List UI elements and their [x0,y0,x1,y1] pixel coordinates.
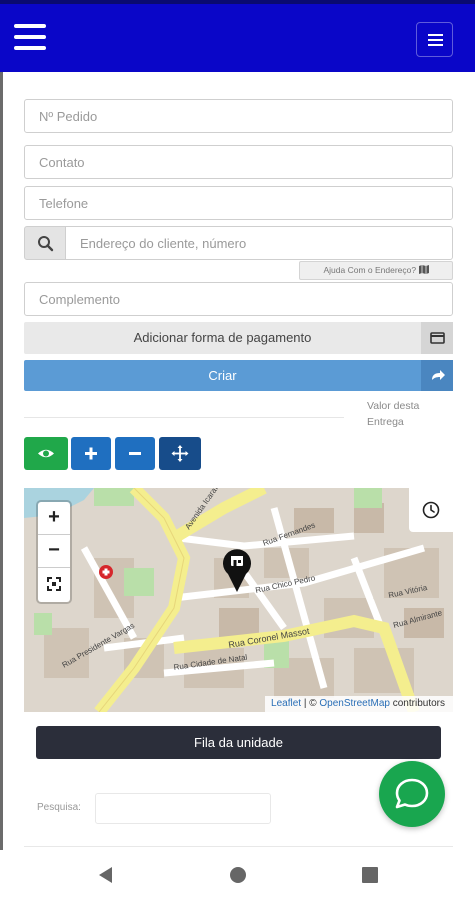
eye-icon [38,449,54,458]
zoom-plus-button[interactable] [71,437,111,470]
move-map-button[interactable] [159,437,201,470]
back-triangle-icon[interactable] [94,863,118,887]
criar-button[interactable]: Criar [24,360,453,391]
move-arrows-icon [171,445,189,462]
search-input[interactable] [96,794,270,823]
telefone-field[interactable] [24,186,453,220]
navbar-toggle-icon-bar [428,39,443,41]
share-arrow-icon [432,370,445,380]
attribution-contributors: contributors [389,698,445,709]
hospital-icon [99,565,113,579]
add-payment-label: Adicionar forma de pagamento [133,330,312,345]
delivery-map[interactable]: Avenida Icaraí Rua Fernandes Rua Chico P… [24,488,453,712]
attribution-separator: | © [301,698,320,709]
map-zoom-out-button[interactable]: − [38,535,70,568]
address-search-button[interactable] [24,226,66,260]
hamburger-icon[interactable] [14,24,46,52]
minus-icon [129,452,141,455]
map-zoom-in-button[interactable]: + [38,502,70,535]
telefone-input[interactable] [25,187,452,219]
contato-input[interactable] [25,146,452,178]
pedido-field[interactable] [24,99,453,133]
map-zoom-control: + − [38,502,70,602]
add-payment-button[interactable]: Adicionar forma de pagamento [24,322,453,354]
address-help-button[interactable]: Ajuda Com o Endereço? [299,261,453,280]
window-edge [0,0,3,900]
search-field[interactable] [95,793,271,824]
navbar-toggle-button[interactable] [416,22,453,57]
endereco-field[interactable] [65,226,453,260]
divider [24,417,344,418]
valor-entrega-label: Valor desta Entrega [367,400,420,428]
zoom-minus-button[interactable] [115,437,155,470]
contato-field[interactable] [24,145,453,179]
complemento-field[interactable] [24,282,453,316]
credit-card-icon [430,332,445,344]
toggle-view-button[interactable] [24,437,68,470]
fila-unidade-label: Fila da unidade [194,735,283,750]
search-label: Pesquisa: [37,802,81,813]
plus-icon [85,447,97,460]
fila-unidade-button[interactable]: Fila da unidade [36,726,441,759]
chat-button[interactable] [379,761,445,827]
map-tiles: Avenida Icaraí Rua Fernandes Rua Chico P… [24,488,453,712]
navbar-toggle-icon-bar [428,44,443,46]
chat-bubble-icon [395,778,429,809]
map-history-button[interactable] [409,488,453,532]
osm-link[interactable]: OpenStreetMap [319,698,390,709]
criar-share-button[interactable] [421,360,453,391]
search-icon [38,236,54,252]
map-icon [418,265,429,274]
pedido-input[interactable] [25,100,452,132]
map-attribution: Leaflet | © OpenStreetMap contributors [265,696,453,712]
payment-card-button[interactable] [421,322,453,354]
clock-icon [422,501,440,519]
home-circle-icon[interactable] [226,863,250,887]
app-header [0,0,475,72]
recents-square-icon[interactable] [358,863,382,887]
address-help-label: Ajuda Com o Endereço? [323,265,417,275]
navbar-toggle-icon [428,34,443,36]
criar-label: Criar [208,368,237,383]
map-fullscreen-button[interactable] [38,568,70,601]
content-divider [24,846,453,847]
complemento-input[interactable] [25,283,452,315]
leaflet-link[interactable]: Leaflet [271,698,301,709]
endereco-input[interactable] [66,227,452,259]
fullscreen-icon [47,577,61,591]
system-nav-bar [0,850,475,900]
